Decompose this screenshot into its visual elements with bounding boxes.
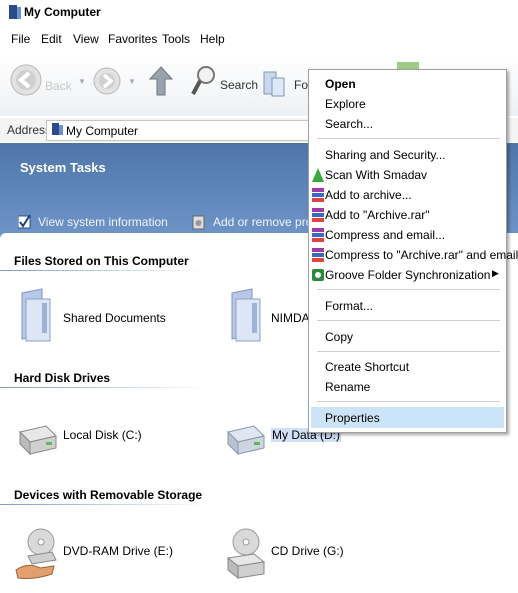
back-icon[interactable] (9, 63, 43, 97)
checkmark-icon (18, 214, 31, 229)
menu-view[interactable]: View (73, 32, 99, 46)
section-hard-disk-drives: Hard Disk Drives (14, 371, 111, 385)
context-menu: Open Explore Search... Sharing and Secur… (308, 69, 518, 433)
address-input[interactable]: My Computer (46, 120, 318, 141)
address-label: Address (7, 123, 52, 137)
menu-item-format[interactable]: Format... (325, 299, 373, 313)
groove-icon (312, 269, 324, 281)
hard-disk-icon[interactable] (16, 422, 58, 458)
menu-item-search[interactable]: Search... (325, 117, 373, 131)
menu-item-explore[interactable]: Explore (325, 97, 366, 111)
forward-icon[interactable] (92, 66, 122, 96)
section-files-stored: Files Stored on This Computer (14, 254, 189, 268)
system-tasks-header[interactable]: System Tasks (20, 160, 106, 175)
dvd-ram-drive-label[interactable]: DVD-RAM Drive (E:) (63, 544, 173, 558)
my-computer-icon (9, 5, 21, 19)
hard-disk-icon[interactable] (224, 422, 266, 458)
menu-tools[interactable]: Tools (162, 32, 190, 46)
menu-item-create-shortcut[interactable]: Create Shortcut (325, 360, 409, 374)
menu-item-add-to-archive-rar[interactable]: Add to "Archive.rar" (325, 208, 430, 222)
menu-item-open[interactable]: Open (325, 77, 356, 91)
folders-icon[interactable] (262, 66, 288, 98)
shared-documents-folder-icon[interactable] (16, 287, 60, 343)
shared-documents-label[interactable]: Shared Documents (63, 311, 166, 325)
winrar-icon (312, 188, 324, 202)
menu-bar: File Edit View Favorites Tools Help (0, 29, 518, 49)
menu-item-rename[interactable]: Rename (325, 380, 370, 394)
menu-item-scan-smadav[interactable]: Scan With Smadav (325, 168, 427, 182)
forward-dropdown-arrow[interactable]: ▼ (128, 77, 136, 86)
submenu-arrow-icon: ▶ (492, 268, 499, 278)
search-icon[interactable] (190, 64, 218, 98)
menu-item-copy[interactable]: Copy (325, 330, 353, 344)
menu-file[interactable]: File (11, 32, 30, 46)
menu-item-compress-rar-email[interactable]: Compress to "Archive.rar" and email (325, 248, 518, 262)
menu-favorites[interactable]: Favorites (108, 32, 157, 46)
add-remove-programs-icon (192, 215, 205, 230)
winrar-icon (312, 228, 324, 242)
cd-drive-g-label[interactable]: CD Drive (G:) (271, 544, 344, 558)
winrar-icon (312, 208, 324, 222)
address-value: My Computer (66, 124, 139, 138)
back-dropdown-arrow[interactable]: ▼ (78, 77, 86, 86)
up-folder-icon[interactable] (148, 65, 174, 97)
smadav-icon (312, 168, 324, 182)
window-title: My Computer (24, 5, 101, 19)
search-button-label[interactable]: Search (220, 78, 258, 92)
menu-item-sharing-security[interactable]: Sharing and Security... (325, 148, 446, 162)
menu-item-properties[interactable]: Properties (325, 411, 380, 425)
local-disk-c-label[interactable]: Local Disk (C:) (63, 428, 142, 442)
title-bar: My Computer (0, 0, 518, 26)
my-computer-icon (52, 123, 63, 135)
winrar-icon (312, 248, 324, 262)
menu-item-groove-sync[interactable]: Groove Folder Synchronization (325, 268, 490, 282)
dvd-drive-icon[interactable] (14, 526, 60, 584)
menu-item-compress-email[interactable]: Compress and email... (325, 228, 445, 242)
add-remove-programs-link[interactable]: Add or remove pro (213, 215, 312, 229)
view-system-information-link[interactable]: View system information (38, 215, 168, 229)
menu-help[interactable]: Help (200, 32, 225, 46)
section-removable-storage: Devices with Removable Storage (14, 488, 203, 502)
menu-edit[interactable]: Edit (41, 32, 62, 46)
back-button-label[interactable]: Back (45, 79, 72, 93)
user-documents-folder-icon[interactable] (226, 287, 270, 343)
menu-item-add-to-archive[interactable]: Add to archive... (325, 188, 412, 202)
cd-drive-icon[interactable] (224, 526, 268, 582)
